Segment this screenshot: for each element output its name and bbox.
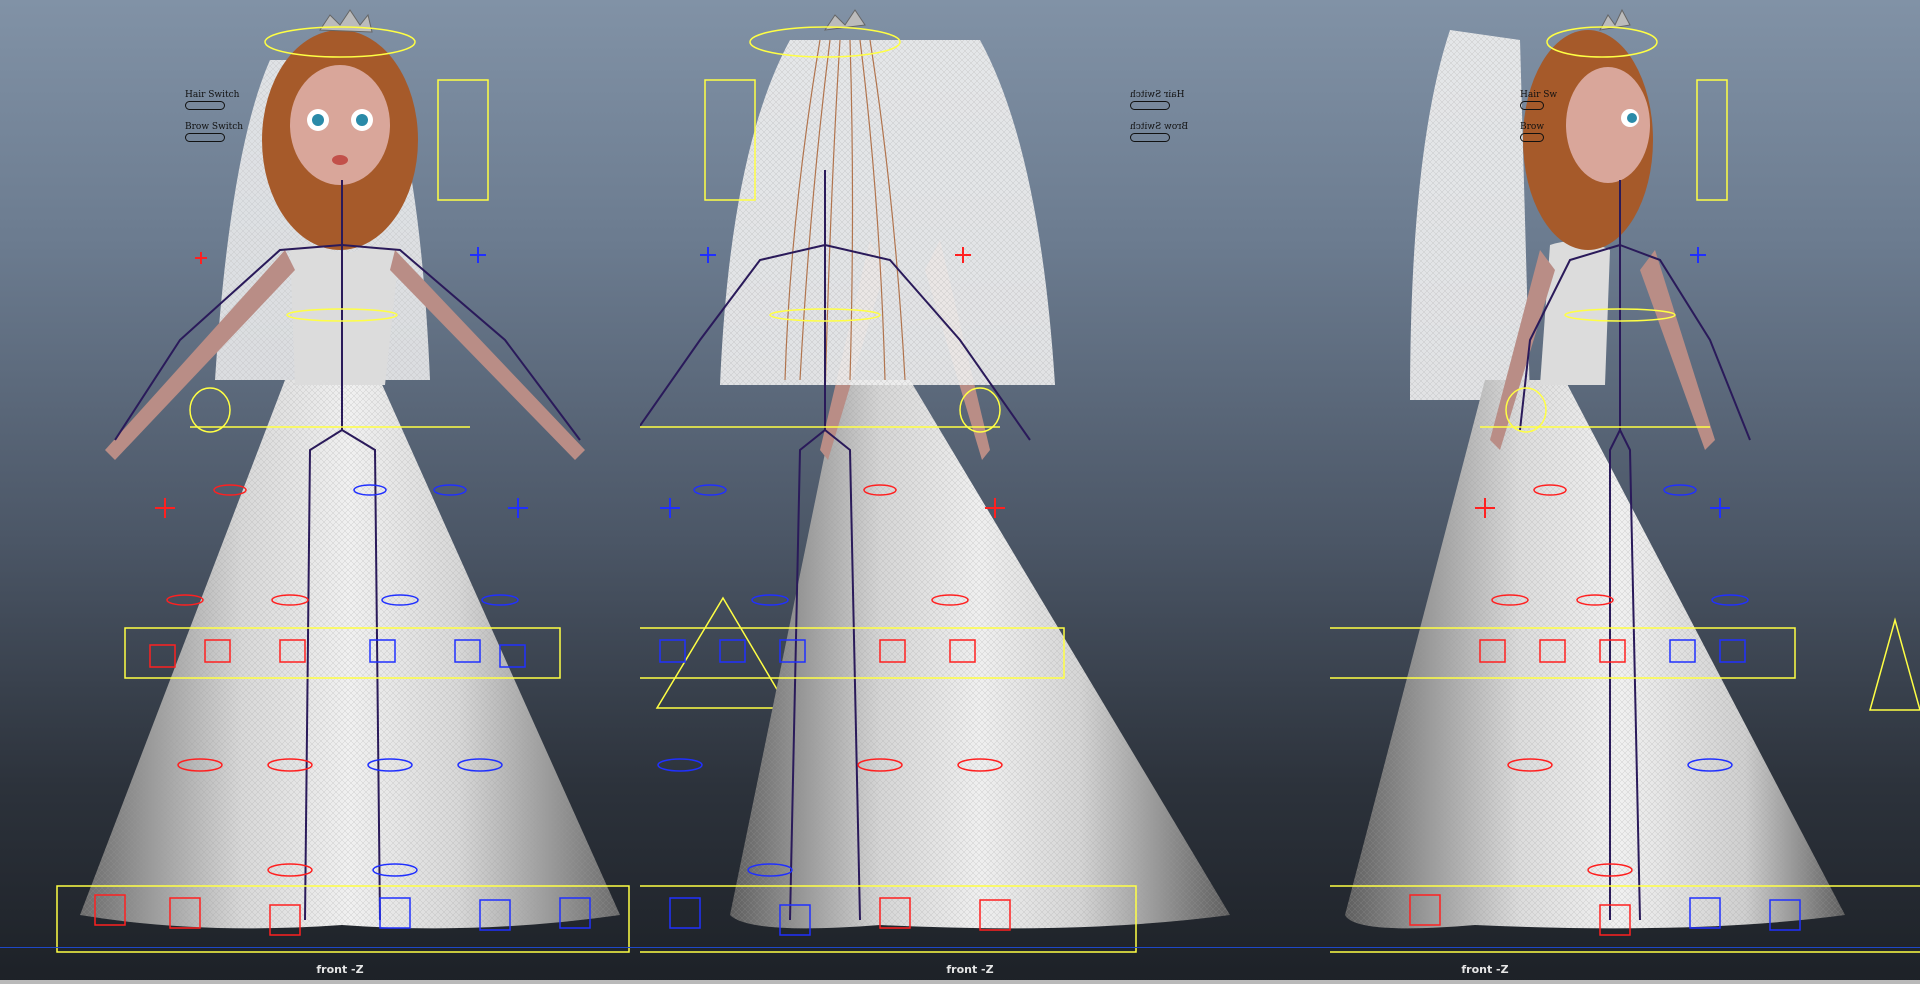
brow-switch-toggle[interactable] — [185, 133, 225, 142]
ground-line — [0, 947, 1920, 948]
hair-switch-back-toggle[interactable] — [1130, 101, 1170, 110]
brow-switch-side[interactable]: Brow — [1520, 122, 1544, 142]
hair-switch-label: Hair Switch — [185, 90, 240, 100]
camera-label-front: front -Z — [316, 963, 364, 976]
viewport-side[interactable]: Hair Sw Brow front -Z — [1330, 0, 1920, 984]
hair-switch-toggle[interactable] — [185, 101, 225, 110]
triangle-control[interactable] — [655, 596, 790, 709]
hair-switch[interactable]: Hair Switch — [185, 90, 239, 110]
brow-switch-back-toggle[interactable] — [1130, 133, 1170, 142]
camera-label-back: front -Z — [946, 963, 994, 976]
brow-switch[interactable]: Brow Switch — [185, 122, 243, 142]
viewport-back[interactable]: Hair Switch Brow Switch front -Z — [640, 0, 1340, 984]
hair-switch-side-label: Hair Sw — [1520, 90, 1558, 100]
hair-switch-back[interactable]: Hair Switch — [1130, 90, 1184, 110]
dress-bodice — [290, 243, 400, 385]
hair-switch-side[interactable]: Hair Sw — [1520, 90, 1557, 110]
character-rig-back — [640, 9, 1230, 953]
brow-switch-back-label: Brow Switch — [1130, 122, 1189, 132]
hair-switch-side-toggle[interactable] — [1520, 101, 1544, 110]
tiara — [319, 9, 373, 33]
brow-switch-side-label: Brow — [1520, 122, 1545, 132]
head — [290, 65, 390, 185]
brow-switch-back[interactable]: Brow Switch — [1130, 122, 1188, 142]
character-rig-front — [56, 9, 630, 953]
brow-switch-label: Brow Switch — [185, 122, 244, 132]
bottom-scroll-bar[interactable] — [0, 980, 1920, 984]
brow-switch-side-toggle[interactable] — [1520, 133, 1544, 142]
viewport-front[interactable]: Hair Switch Brow Switch front -Z — [0, 0, 680, 984]
character-rig-side — [1330, 8, 1920, 953]
head-side — [1566, 67, 1650, 183]
camera-label-side: front -Z — [1461, 963, 1509, 976]
hair-switch-back-label: Hair Switch — [1130, 90, 1185, 100]
